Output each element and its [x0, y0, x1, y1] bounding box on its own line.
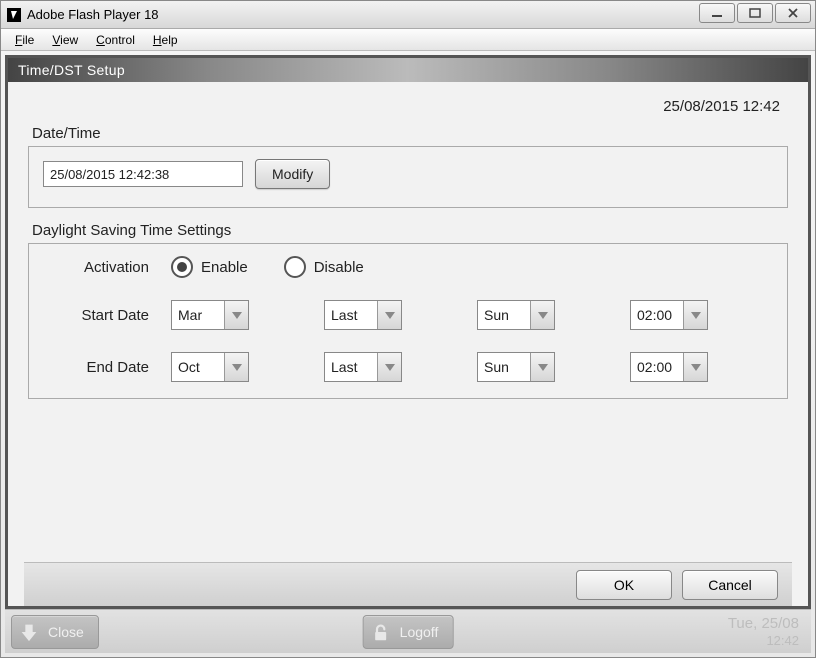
radio-enable-icon	[171, 256, 193, 278]
maximize-button[interactable]	[737, 3, 773, 23]
window-title: Adobe Flash Player 18	[27, 7, 159, 22]
radio-enable[interactable]: Enable	[171, 256, 248, 278]
titlebar: Adobe Flash Player 18	[1, 1, 815, 29]
chevron-down-icon	[683, 353, 707, 381]
end-time-select[interactable]: 02:00	[630, 352, 708, 382]
end-week-select[interactable]: Last	[324, 352, 402, 382]
lock-open-icon	[370, 621, 392, 643]
app-window: Adobe Flash Player 18 File View Control …	[0, 0, 816, 658]
chevron-down-icon	[224, 301, 248, 329]
page-body: 25/08/2015 12:42 Date/Time Modify Daylig…	[8, 82, 808, 606]
menu-help[interactable]: Help	[145, 31, 186, 49]
page-clock: 25/08/2015 12:42	[24, 92, 792, 125]
start-day-select[interactable]: Sun	[477, 300, 555, 330]
start-time-select[interactable]: 02:00	[630, 300, 708, 330]
radio-enable-label: Enable	[201, 259, 248, 276]
chevron-down-icon	[377, 301, 401, 329]
modify-button[interactable]: Modify	[255, 159, 330, 189]
activation-radio-group: Enable Disable	[171, 256, 769, 278]
end-day-value: Sun	[478, 353, 530, 381]
chevron-down-icon	[530, 301, 554, 329]
close-chip-label: Close	[48, 624, 84, 640]
activation-label: Activation	[47, 259, 157, 276]
start-time-value: 02:00	[631, 301, 683, 329]
status-bar: Close Logoff Tue, 25/08 12:42	[5, 609, 811, 653]
ok-button[interactable]: OK	[576, 570, 672, 600]
menu-file[interactable]: File	[7, 31, 42, 49]
dst-legend: Daylight Saving Time Settings	[32, 222, 792, 239]
menu-view[interactable]: View	[44, 31, 86, 49]
chevron-down-icon	[224, 353, 248, 381]
start-week-value: Last	[325, 301, 377, 329]
radio-disable[interactable]: Disable	[284, 256, 364, 278]
chevron-down-icon	[377, 353, 401, 381]
end-month-value: Oct	[172, 353, 224, 381]
datetime-input[interactable]	[43, 161, 243, 187]
datetime-legend: Date/Time	[32, 125, 792, 142]
client-area: Time/DST Setup 25/08/2015 12:42 Date/Tim…	[1, 51, 815, 657]
end-day-select[interactable]: Sun	[477, 352, 555, 382]
radio-disable-label: Disable	[314, 259, 364, 276]
page-frame: Time/DST Setup 25/08/2015 12:42 Date/Tim…	[5, 55, 811, 609]
close-window-button[interactable]	[775, 3, 811, 23]
start-month-select[interactable]: Mar	[171, 300, 249, 330]
datetime-section: Date/Time Modify	[24, 125, 792, 222]
end-week-value: Last	[325, 353, 377, 381]
arrow-down-icon	[18, 621, 40, 643]
page-title: Time/DST Setup	[8, 58, 808, 82]
logoff-chip[interactable]: Logoff	[363, 615, 454, 649]
dialog-button-bar: OK Cancel	[24, 562, 792, 606]
end-time-value: 02:00	[631, 353, 683, 381]
status-clock-time: 12:42	[728, 632, 799, 649]
chevron-down-icon	[530, 353, 554, 381]
minimize-button[interactable]	[699, 3, 735, 23]
menu-bar: File View Control Help	[1, 29, 815, 51]
chevron-down-icon	[683, 301, 707, 329]
window-controls	[699, 3, 811, 23]
end-month-select[interactable]: Oct	[171, 352, 249, 382]
status-clock-date: Tue, 25/08	[728, 615, 799, 632]
status-clock: Tue, 25/08 12:42	[728, 615, 805, 649]
page-title-text: Time/DST Setup	[18, 62, 125, 78]
start-month-value: Mar	[172, 301, 224, 329]
end-date-label: End Date	[47, 359, 157, 376]
app-icon	[7, 8, 21, 22]
close-chip[interactable]: Close	[11, 615, 99, 649]
start-week-select[interactable]: Last	[324, 300, 402, 330]
dst-section: Daylight Saving Time Settings Activation…	[24, 222, 792, 413]
radio-disable-icon	[284, 256, 306, 278]
cancel-button[interactable]: Cancel	[682, 570, 778, 600]
start-day-value: Sun	[478, 301, 530, 329]
menu-control[interactable]: Control	[88, 31, 143, 49]
start-date-label: Start Date	[47, 307, 157, 324]
logoff-chip-label: Logoff	[400, 624, 439, 640]
